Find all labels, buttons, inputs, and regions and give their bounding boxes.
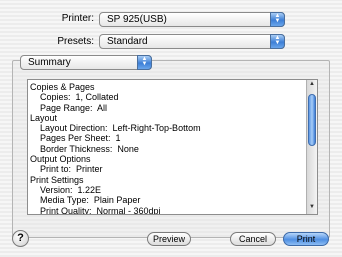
- vertical-scrollbar[interactable]: ▲ ▼: [306, 80, 317, 214]
- cancel-button[interactable]: Cancel: [230, 232, 276, 246]
- scroll-down-arrow-icon[interactable]: ▼: [308, 204, 316, 213]
- summary-line: Border Thickness: None: [30, 143, 139, 154]
- help-button[interactable]: ?: [12, 230, 29, 247]
- summary-line: Version: 1.22E: [30, 184, 102, 195]
- printer-value: SP 925(USB): [107, 14, 167, 25]
- section-value: Summary: [28, 57, 71, 68]
- up-down-arrows-icon: ▲ ▼: [270, 34, 285, 49]
- presets-value: Standard: [107, 36, 148, 47]
- summary-line: Page Range: All: [30, 102, 108, 113]
- summary-line: Print Settings: [30, 174, 84, 185]
- printer-label: Printer:: [61, 13, 94, 24]
- print-button[interactable]: Print: [283, 232, 329, 246]
- section-popup[interactable]: Summary ▲ ▼: [20, 55, 152, 70]
- summary-lines: Copies & Pages Copies: 1, Collated Page …: [30, 82, 201, 215]
- preview-button[interactable]: Preview: [147, 232, 191, 246]
- presets-popup[interactable]: Standard ▲ ▼: [99, 34, 285, 49]
- summary-line: Print Quality: Normal - 360dpi: [30, 205, 161, 215]
- printer-popup[interactable]: SP 925(USB) ▲ ▼: [99, 12, 285, 27]
- up-down-arrows-icon: ▲ ▼: [270, 12, 285, 27]
- question-mark-icon: ?: [17, 232, 24, 244]
- summary-line: Layout Direction: Left-Right-Top-Bottom: [30, 123, 201, 134]
- scrollbar-thumb[interactable]: [308, 94, 316, 146]
- summary-line: Print to: Printer: [30, 164, 103, 175]
- scroll-up-arrow-icon[interactable]: ▲: [308, 81, 316, 90]
- summary-line: Pages Per Sheet: 1: [30, 133, 121, 144]
- presets-label: Presets:: [57, 36, 94, 47]
- up-down-arrows-icon: ▲ ▼: [137, 55, 152, 70]
- summary-line: Media Type: Plain Paper: [30, 195, 141, 206]
- summary-line: Copies & Pages: [30, 82, 95, 92]
- summary-line: Layout: [30, 112, 58, 123]
- summary-line: Copies: 1, Collated: [30, 92, 119, 103]
- summary-list[interactable]: Copies & Pages Copies: 1, Collated Page …: [27, 79, 318, 215]
- summary-line: Output Options: [30, 154, 91, 165]
